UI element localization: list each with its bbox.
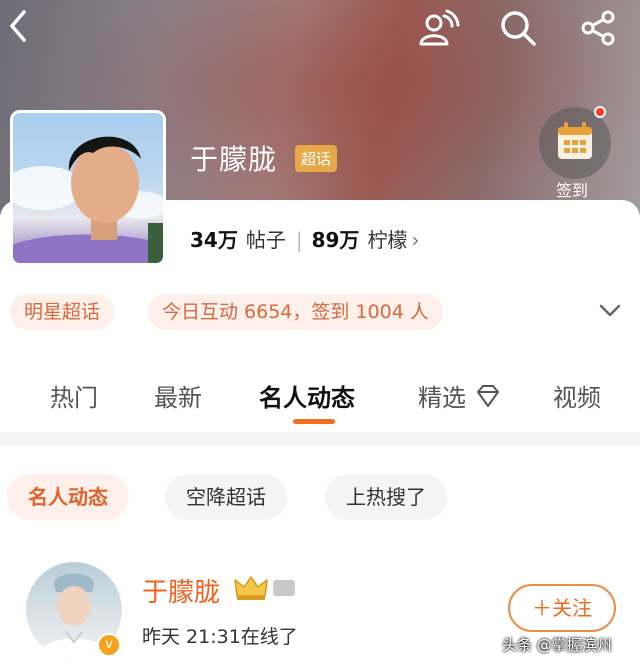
online-status: 昨天 21:31在线了 xyxy=(142,626,298,648)
chevron-down-icon[interactable] xyxy=(598,300,622,324)
profile-stats[interactable]: 34万 帖子 | 89万 柠檬 › xyxy=(190,224,419,253)
super-topic-badge: 超话 xyxy=(295,145,338,172)
today-stats-pill[interactable]: 今日互动 6654，签到 1004 人 xyxy=(148,294,443,330)
tab-bar: 热门 最新 名人动态 精选 视频 xyxy=(0,370,640,420)
follow-button[interactable]: ＋关注 xyxy=(508,584,616,632)
profile-avatar[interactable] xyxy=(10,110,166,266)
tab-featured[interactable]: 精选 xyxy=(418,378,502,415)
chevron-right-icon: › xyxy=(411,228,420,252)
post-user-name[interactable]: 于朦胧 xyxy=(142,572,220,609)
tab-video[interactable]: 视频 xyxy=(553,378,601,413)
fans-count: 89万 xyxy=(311,228,360,252)
back-icon[interactable] xyxy=(4,6,32,50)
fans-label: 柠檬 xyxy=(367,228,408,252)
chip-airdrop[interactable]: 空降超话 xyxy=(165,474,287,520)
stats-divider: | xyxy=(295,228,303,252)
tab-featured-label: 精选 xyxy=(418,384,466,412)
crown-icon xyxy=(233,574,269,606)
watermark: 头条 @掌握滨州 xyxy=(502,636,612,654)
active-tab-indicator xyxy=(293,419,335,424)
posts-label: 帖子 xyxy=(245,228,286,252)
profile-name: 于朦胧 xyxy=(190,143,278,176)
tab-celebrity-updates[interactable]: 名人动态 xyxy=(259,378,355,413)
tab-hot[interactable]: 热门 xyxy=(50,378,98,413)
fans-icon[interactable] xyxy=(416,8,462,52)
diamond-icon xyxy=(474,383,502,415)
level-badge-icon xyxy=(273,580,295,596)
tab-latest[interactable]: 最新 xyxy=(154,378,202,413)
notification-dot xyxy=(594,106,606,118)
chip-trending[interactable]: 上热搜了 xyxy=(325,474,447,520)
checkin-label: 签到 xyxy=(556,181,589,200)
search-icon[interactable] xyxy=(497,8,539,52)
posts-count: 34万 xyxy=(190,228,238,252)
verified-badge: v xyxy=(97,633,121,657)
category-pill[interactable]: 明星超话 xyxy=(10,294,115,330)
chip-celebrity-updates[interactable]: 名人动态 xyxy=(7,474,129,520)
share-icon[interactable] xyxy=(577,8,621,52)
